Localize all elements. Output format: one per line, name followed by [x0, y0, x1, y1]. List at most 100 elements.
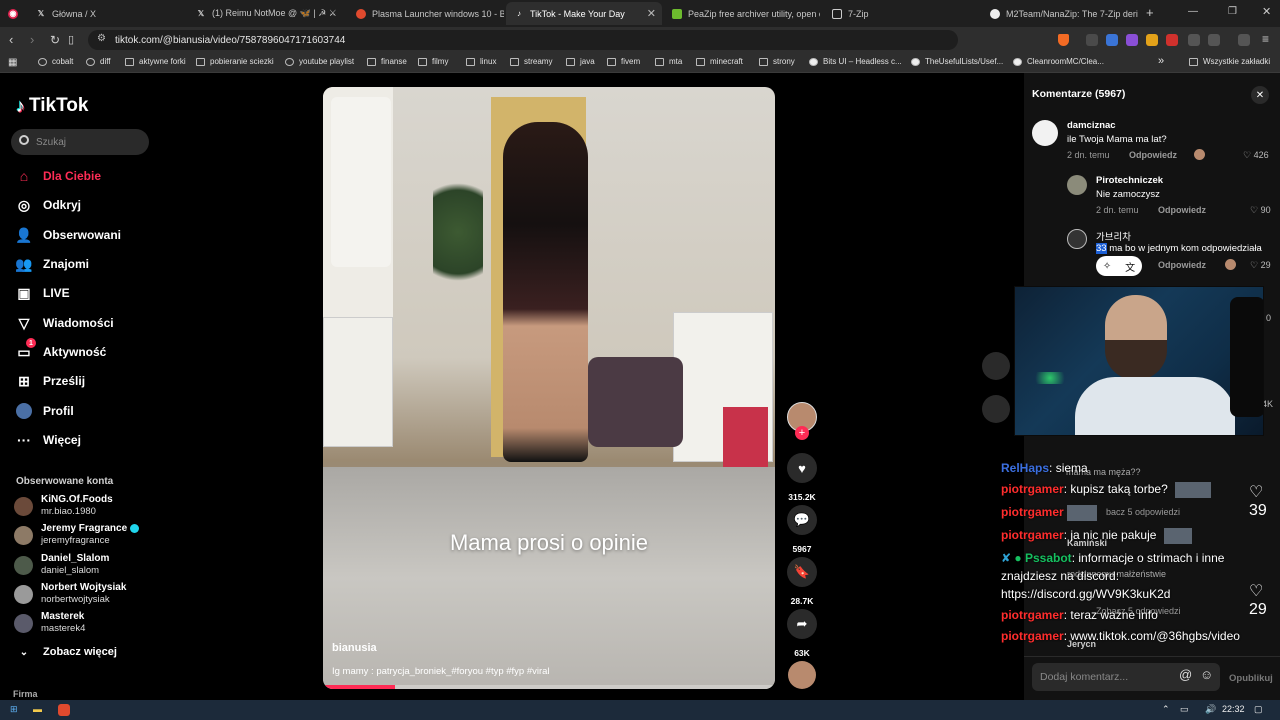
tiktok-logo[interactable]: ♪ TikTok — [16, 95, 88, 117]
translate-popup[interactable]: ✧ 文 — [1096, 256, 1142, 276]
heart-icon[interactable]: ♥ — [787, 453, 817, 483]
tab-1[interactable]: 𝕏 Główna / X — [28, 2, 188, 25]
back-icon[interactable]: ‹ — [9, 32, 13, 47]
followed-account[interactable]: Jeremy Fragrance jeremyfragrance — [14, 522, 164, 550]
minimize-button[interactable]: — — [1188, 6, 1198, 17]
bookmark-folder[interactable]: linux — [466, 57, 496, 66]
windows-start-icon[interactable]: ⊞ — [10, 704, 18, 715]
bookmark-item[interactable]: aktywne forki — [125, 57, 186, 66]
comment-username[interactable]: Pirotechniczek — [1096, 175, 1163, 186]
bookmark-folder[interactable]: strony — [759, 57, 795, 66]
avatar[interactable] — [1032, 120, 1058, 146]
bookmark-folder[interactable]: minecraft — [696, 57, 743, 66]
shields-icon[interactable] — [1058, 34, 1069, 46]
new-tab-button[interactable]: + — [1146, 5, 1154, 20]
comment-like[interactable]: ♡ 29 — [1249, 581, 1280, 619]
forward-icon[interactable]: › — [30, 32, 34, 47]
reply-button[interactable]: Odpowiedz — [1158, 205, 1206, 215]
close-comments-button[interactable]: ✕ — [1251, 86, 1269, 104]
video-progress-track[interactable] — [323, 685, 775, 689]
sidebar-toggle-icon[interactable] — [1208, 34, 1220, 46]
tab-6[interactable]: 7-Zip — [824, 2, 980, 25]
close-tab-icon[interactable]: ✕ — [647, 7, 656, 20]
bookmark-item[interactable]: Bits UI – Headless c... — [809, 57, 902, 66]
bookmark-item[interactable]: diff — [86, 57, 111, 66]
bookmark-folder[interactable]: streamy — [510, 57, 552, 66]
bookmark-item[interactable]: cobalt — [38, 57, 73, 66]
extension-icon[interactable] — [1086, 34, 1098, 46]
media-icon[interactable] — [1238, 34, 1250, 46]
menu-icon[interactable]: ≡ — [1262, 32, 1269, 46]
bookmarks-overflow-button[interactable]: » — [1158, 55, 1164, 67]
bookmark-item[interactable]: TheUsefulLists/Usef... — [911, 57, 1003, 66]
nav-for-you[interactable]: ⌂ Dla Ciebie — [16, 165, 156, 187]
avatar[interactable] — [1067, 175, 1087, 195]
bookmark-folder[interactable]: mta — [655, 57, 682, 66]
followed-account[interactable]: KiNG.Of.Foods mr.biao.1980 — [14, 493, 164, 521]
extension-icon[interactable] — [1146, 34, 1158, 46]
nav-following[interactable]: 👤 Obserwowani — [15, 224, 156, 246]
notifications-icon[interactable]: ▢ — [1254, 704, 1263, 715]
footer-company-link[interactable]: Firma — [13, 689, 38, 699]
tab-7[interactable]: M2Team/NanaZip: The 7-Zip deriva — [982, 2, 1138, 25]
close-window-button[interactable]: ✕ — [1262, 5, 1271, 18]
site-settings-icon[interactable]: ⚙ — [97, 33, 106, 44]
bookmark-folder[interactable]: java — [566, 57, 595, 66]
publish-button[interactable]: Opublikuj — [1229, 673, 1273, 684]
extension-icon[interactable] — [1106, 34, 1118, 46]
comment-like[interactable]: ♡ 426 — [1243, 150, 1269, 161]
bookmark-item[interactable]: CleanroomMC/Clea... — [1013, 57, 1104, 66]
comment-action[interactable]: 💬 5967 — [787, 505, 817, 554]
bookmark-icon[interactable]: ▯ — [68, 33, 74, 46]
translate-icon[interactable]: 文 — [1125, 259, 1135, 274]
mention-icon[interactable]: @ — [1179, 667, 1192, 682]
comment-like[interactable]: ♡ 90 — [1250, 205, 1271, 216]
nav-explore[interactable]: ◎ Odkryj — [16, 194, 156, 216]
video-author[interactable]: bianusia — [332, 642, 377, 654]
tab-2[interactable]: 𝕏 (1) Reimu NotMoe @ 🦋 | ☭ ⚔ — [188, 2, 348, 25]
nav-messages[interactable]: ▽ Wiadomości — [16, 312, 156, 334]
volume-icon[interactable]: 🔊 — [1205, 704, 1216, 715]
comment-username[interactable]: 가브리차 — [1096, 229, 1131, 243]
reply-button[interactable]: Odpowiedz — [1129, 150, 1177, 160]
brave-menu-icon[interactable]: ◉ — [8, 8, 18, 19]
extension-icon[interactable] — [1166, 34, 1178, 46]
ghost-view-replies[interactable]: bacz 5 odpowiedzi — [1106, 507, 1180, 517]
search-input[interactable]: Szukaj — [11, 129, 149, 155]
tray-chevron-icon[interactable]: ⌃ — [1162, 704, 1170, 715]
avatar[interactable] — [1067, 229, 1087, 249]
tab-tiktok[interactable]: ♪ TikTok - Make Your Day ✕ — [506, 2, 662, 25]
comment-input[interactable]: Dodaj komentarz... @ ☺ — [1032, 663, 1220, 691]
nav-live[interactable]: ▣ LIVE — [16, 282, 156, 304]
next-video-button[interactable] — [982, 395, 1010, 423]
magic-wand-icon[interactable]: ✧ — [1103, 261, 1111, 272]
network-icon[interactable]: ▭ — [1180, 704, 1189, 715]
share-icon[interactable]: ➦ — [787, 609, 817, 639]
reload-icon[interactable]: ↻ — [50, 33, 60, 47]
bookmark-icon[interactable]: 🔖 — [787, 557, 817, 587]
share-action[interactable]: ➦ 63K — [787, 609, 817, 658]
bookmark-item[interactable]: youtube playlist — [285, 57, 354, 66]
nav-profile[interactable]: Profil — [16, 400, 156, 422]
extension-icon[interactable] — [1126, 34, 1138, 46]
comment-username[interactable]: damciznac — [1067, 120, 1116, 131]
sound-avatar[interactable] — [787, 661, 817, 689]
apps-grid-icon[interactable]: ▦ — [8, 57, 17, 68]
maximize-button[interactable]: ❐ — [1228, 6, 1237, 17]
tab-x-home[interactable]: ◉ — [0, 2, 26, 25]
comment-like[interactable]: ♡ 29 — [1250, 260, 1271, 271]
nav-more[interactable]: ··· Więcej — [16, 429, 156, 451]
video-player[interactable]: Mama prosi o opinie bianusia Ig mamy : p… — [323, 87, 775, 689]
like-action[interactable]: ♥ 315.2K — [787, 453, 817, 502]
clock-time[interactable]: 22:32 — [1222, 704, 1245, 714]
followed-account[interactable]: Masterek masterek4 — [14, 610, 164, 638]
nav-upload[interactable]: ⊞ Prześlij — [16, 370, 156, 392]
bookmark-item[interactable]: pobieranie sciezki — [196, 57, 274, 66]
nav-friends[interactable]: 👥 Znajomi — [15, 253, 156, 275]
comment-icon[interactable]: 💬 — [787, 505, 817, 535]
emoji-icon[interactable]: ☺ — [1200, 667, 1213, 682]
brave-taskbar-icon[interactable] — [58, 704, 70, 716]
followed-account[interactable]: Norbert Wojtysiak norbertwojtysiak — [14, 581, 164, 609]
prev-video-button[interactable] — [982, 352, 1010, 380]
comment-like[interactable]: ♡ 39 — [1249, 482, 1280, 520]
